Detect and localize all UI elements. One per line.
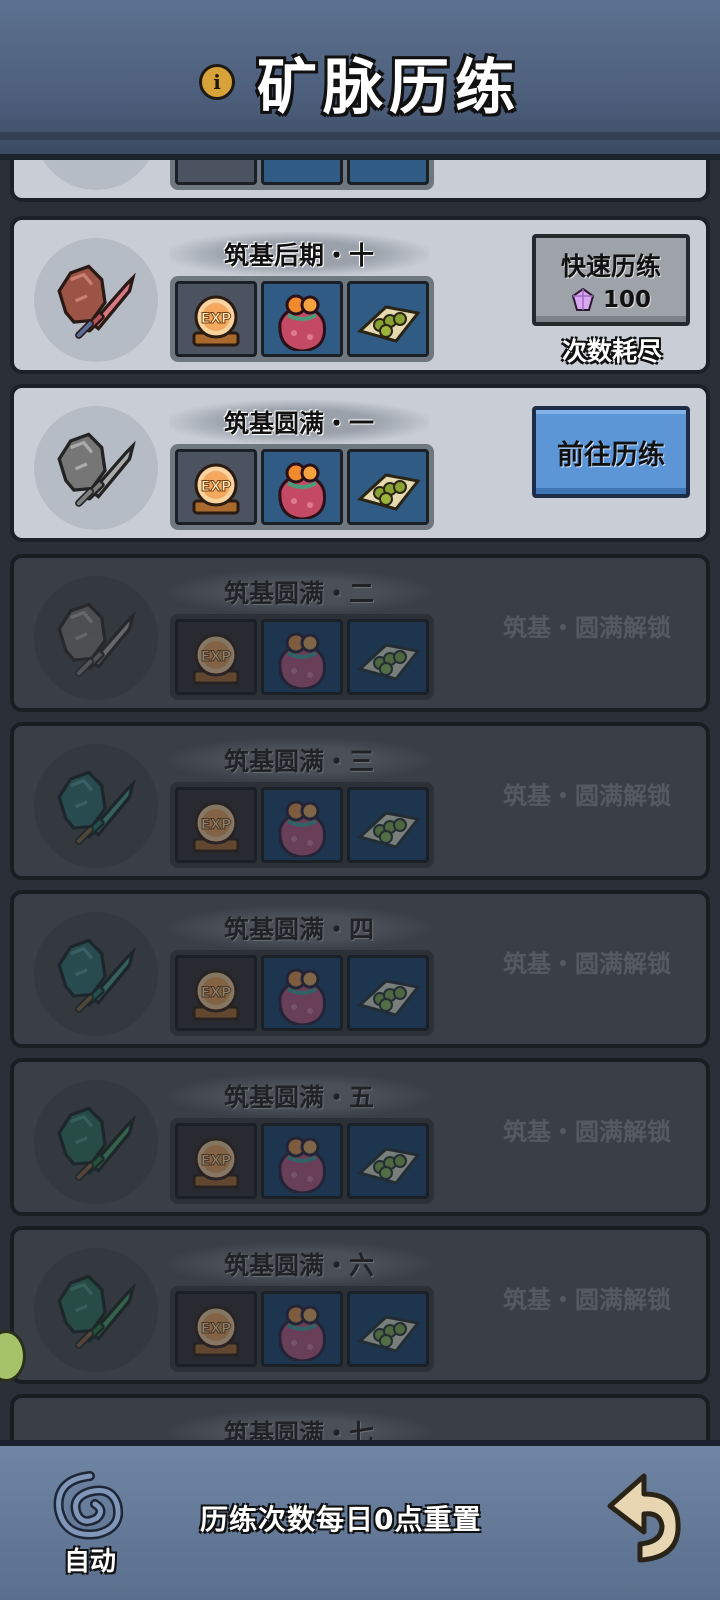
go-train-button[interactable]: 前往历练 (532, 406, 690, 498)
exp-reward-icon[interactable] (175, 281, 257, 357)
status-text: 次数耗尽 (561, 337, 662, 366)
ore-sword-icon (34, 1248, 158, 1372)
back-button[interactable] (600, 1468, 690, 1568)
card-title: 筑基圆满・二 (223, 579, 374, 608)
unlock-requirement: 筑基・圆满解锁 (503, 614, 671, 642)
header-title-wrap: i 矿脉历练 (0, 42, 720, 123)
list-item[interactable]: 筑基后期・十 快速历练 100 次数耗尽 (10, 216, 710, 374)
action-column: 前往历练 (532, 402, 692, 498)
reward-row (170, 950, 434, 1036)
bag-reward-icon[interactable] (261, 1123, 343, 1199)
card-title-bar: 筑基圆满・五 (169, 1074, 429, 1118)
card-title: 筑基圆满・一 (223, 409, 374, 438)
ore-sword-icon (34, 912, 158, 1036)
card-title: 筑基圆满・五 (223, 1083, 374, 1112)
unlock-requirement: 筑基・圆满解锁 (503, 950, 671, 978)
reward-row (170, 444, 434, 530)
page-title: 矿脉历练 (257, 52, 521, 123)
pill-reward-icon[interactable] (347, 619, 429, 695)
unlock-requirement: 筑基・圆满解锁 (503, 782, 671, 810)
card-title-bar: 筑基圆满・二 (169, 570, 429, 614)
pill-reward-icon[interactable] (347, 955, 429, 1031)
gem-icon (571, 288, 595, 311)
exp-reward-icon[interactable] (175, 449, 257, 525)
reward-row (170, 276, 434, 362)
list-item[interactable]: 筑基圆满・三 筑基・圆满解锁 (10, 722, 710, 880)
card-title: 筑基后期・十 (223, 241, 374, 270)
list-item[interactable]: 筑基圆满・六 筑基・圆满解锁 (10, 1226, 710, 1384)
reward-row (170, 782, 434, 868)
ore-sword-icon (34, 238, 158, 362)
unlock-requirement: 筑基・圆满解锁 (503, 1286, 671, 1314)
exp-reward-icon[interactable] (175, 1123, 257, 1199)
go-train-label: 前往历练 (557, 439, 665, 471)
list-item[interactable]: 筑基圆满・五 筑基・圆满解锁 (10, 1058, 710, 1216)
list-item[interactable]: 筑基圆满・一 前往历练 (10, 384, 710, 542)
info-icon[interactable]: i (199, 64, 235, 100)
quick-train-button[interactable]: 快速历练 100 (532, 234, 690, 326)
ore-sword-icon (34, 406, 158, 530)
bag-reward-icon[interactable] (261, 1291, 343, 1367)
exp-reward-icon[interactable] (175, 787, 257, 863)
back-arrow-icon (607, 1473, 681, 1563)
bag-reward-icon[interactable] (261, 281, 343, 357)
pill-reward-icon[interactable] (347, 1291, 429, 1367)
ore-sword-icon (34, 1080, 158, 1204)
reward-row (170, 1118, 434, 1204)
pill-reward-icon[interactable] (347, 787, 429, 863)
bag-reward-icon[interactable] (261, 955, 343, 1031)
ore-sword-icon (34, 744, 158, 868)
unlock-requirement: 筑基・圆满解锁 (503, 1118, 671, 1146)
ore-sword-icon (34, 576, 158, 700)
card-title-bar: 筑基圆满・四 (169, 906, 429, 950)
pill-reward-icon[interactable] (347, 1123, 429, 1199)
quick-train-label: 快速历练 (560, 252, 661, 281)
exp-reward-icon[interactable] (175, 619, 257, 695)
auto-label: 自动 (63, 1547, 116, 1577)
card-title: 筑基圆满・六 (223, 1251, 374, 1280)
exp-reward-icon[interactable] (175, 1291, 257, 1367)
bag-reward-icon[interactable] (261, 619, 343, 695)
list-item[interactable]: 筑基圆满・四 筑基・圆满解锁 (10, 890, 710, 1048)
card-title-bar: 筑基后期・十 (169, 232, 429, 276)
bag-reward-icon[interactable] (261, 787, 343, 863)
cost-value: 100 (602, 287, 651, 313)
list-item[interactable]: 筑基圆满・二 筑基・圆满解锁 (10, 554, 710, 712)
footer: 自动 历练次数每日0点重置 (0, 1440, 720, 1600)
exp-reward-icon[interactable] (175, 955, 257, 1031)
cost-row: 100 (571, 287, 651, 313)
whirlwind-icon (53, 1471, 123, 1540)
card-title: 筑基圆满・四 (223, 915, 374, 944)
header: i 矿脉历练 (0, 0, 720, 160)
pill-reward-icon[interactable] (347, 281, 429, 357)
pill-reward-icon[interactable] (347, 449, 429, 525)
bag-reward-icon[interactable] (261, 449, 343, 525)
card-title-bar: 筑基圆满・一 (169, 400, 429, 444)
training-list[interactable]: 筑基后期・十 快速历练 100 次数耗尽 筑基圆满・一 前往历练 筑基圆满・二 … (0, 0, 720, 1600)
reset-info-text: 历练次数每日0点重置 (200, 1503, 482, 1536)
reward-row (170, 1286, 434, 1372)
card-title-bar: 筑基圆满・三 (169, 738, 429, 782)
card-title: 筑基圆满・三 (223, 747, 374, 776)
action-column: 快速历练 100 次数耗尽 (532, 234, 692, 368)
card-title-bar: 筑基圆满・六 (169, 1242, 429, 1286)
auto-button[interactable]: 自动 (40, 1468, 140, 1578)
reward-row (170, 614, 434, 700)
